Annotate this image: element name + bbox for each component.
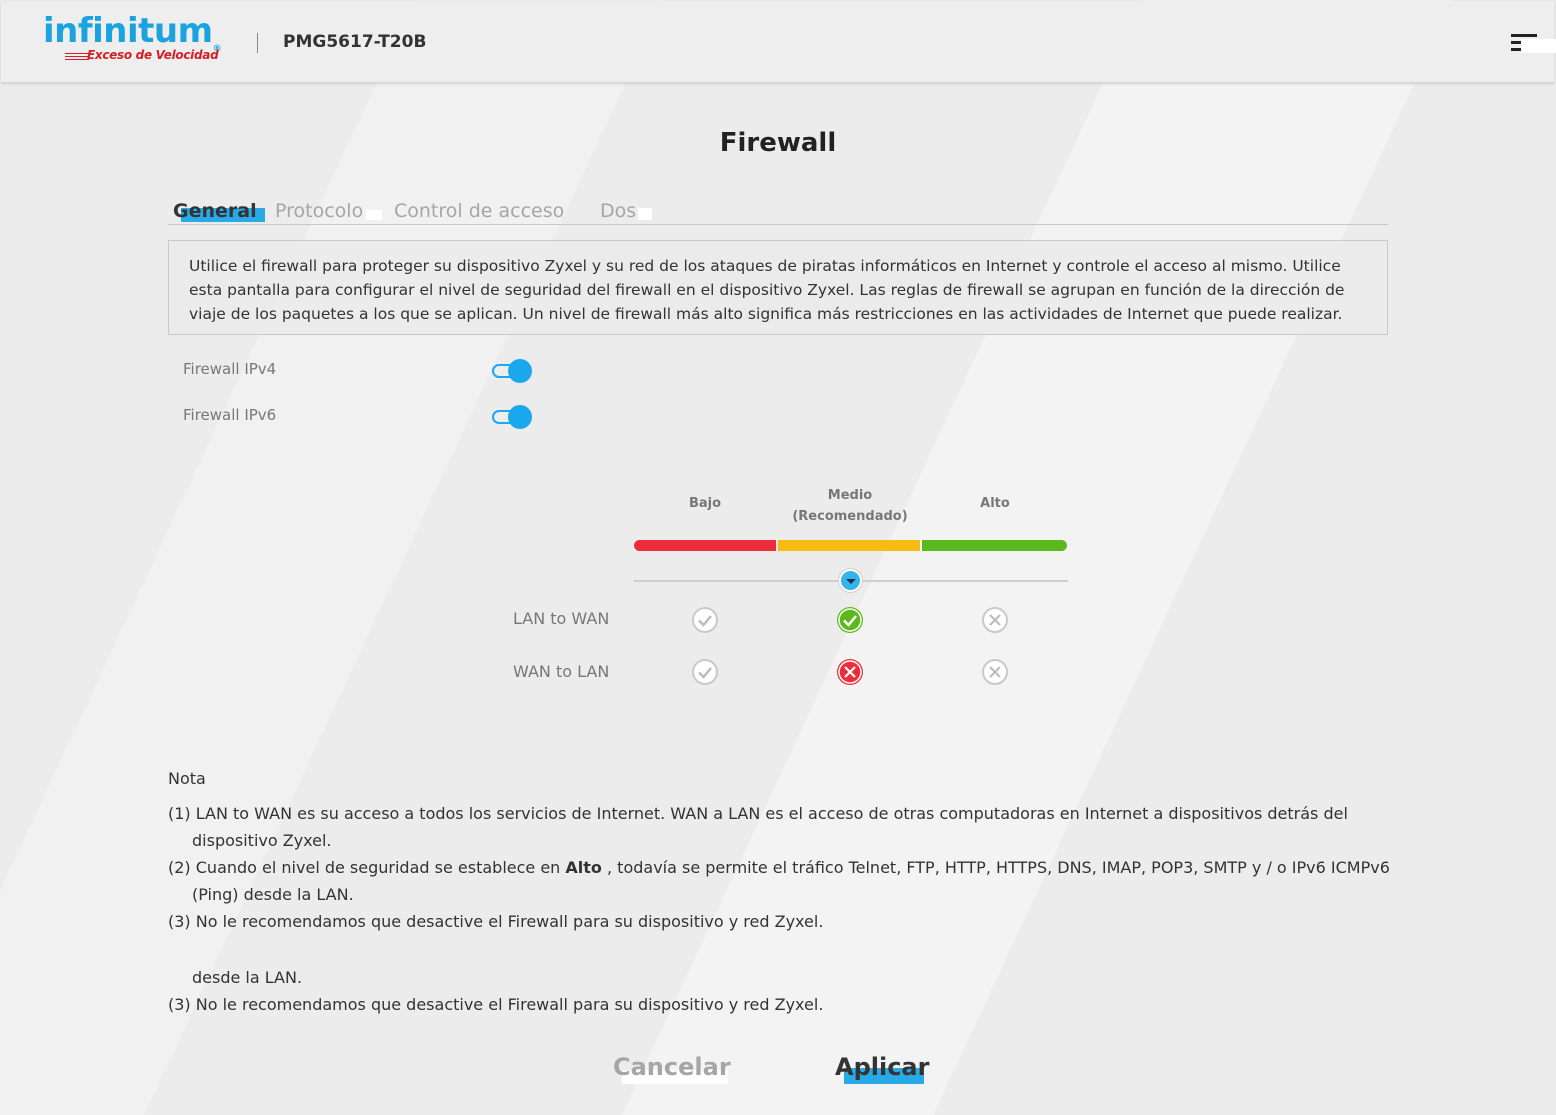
x-gray-icon bbox=[982, 659, 1008, 685]
header-divider bbox=[257, 33, 258, 53]
page-title: Firewall bbox=[719, 128, 837, 158]
tab-bar: General Protocolo Control de acceso Dos bbox=[168, 198, 1388, 225]
firewall-ipv6-label: Firewall IPv6 bbox=[183, 406, 277, 424]
infinitum-logo[interactable]: infinitum® Exceso de Velocidad bbox=[43, 13, 233, 65]
logo-speed-lines bbox=[65, 53, 89, 61]
device-model: PMG5617-T20B bbox=[283, 32, 427, 52]
wan-to-lan-label: WAN to LAN bbox=[513, 662, 610, 681]
tab-dos[interactable]: Dos bbox=[600, 200, 636, 222]
description-box: Utilice el firewall para proteger su dis… bbox=[168, 240, 1388, 335]
menu-highlight bbox=[1521, 39, 1556, 53]
tab-highlight-dos bbox=[638, 208, 652, 220]
note-2-tail-repeat: desde la LAN. bbox=[192, 968, 303, 987]
level-slider-handle[interactable] bbox=[839, 569, 862, 592]
tab-protocolo[interactable]: Protocolo bbox=[275, 200, 363, 222]
check-gray-icon bbox=[692, 659, 718, 685]
level-bar-low[interactable] bbox=[634, 540, 776, 551]
firewall-ipv4-toggle[interactable] bbox=[492, 359, 532, 383]
tab-highlight-protocolo bbox=[366, 210, 382, 220]
apply-button[interactable]: Aplicar bbox=[835, 1053, 929, 1081]
firewall-ipv4-label: Firewall IPv4 bbox=[183, 360, 277, 378]
logo-slogan: Exceso de Velocidad bbox=[87, 48, 219, 62]
lan-to-wan-label: LAN to WAN bbox=[513, 609, 610, 628]
firewall-ipv6-toggle[interactable] bbox=[492, 405, 532, 429]
level-low-label: Bajo bbox=[688, 496, 722, 511]
cancel-button[interactable]: Cancelar bbox=[613, 1053, 731, 1081]
check-gray-icon bbox=[692, 607, 718, 633]
x-red-icon bbox=[837, 659, 863, 685]
top-header: infinitum® Exceso de Velocidad PMG5617-T… bbox=[1, 1, 1556, 83]
x-gray-icon bbox=[982, 607, 1008, 633]
note-1: (1) LAN to WAN es su acceso a todos los … bbox=[168, 804, 1348, 850]
level-bar-high[interactable] bbox=[922, 540, 1067, 551]
check-green-icon bbox=[837, 607, 863, 633]
notes-title: Nota bbox=[168, 769, 206, 788]
note-2: (2) Cuando el nivel de seguridad se esta… bbox=[168, 858, 1390, 904]
level-high-label: Alto bbox=[980, 496, 1010, 511]
logo-text: infinitum bbox=[43, 11, 213, 51]
tab-general[interactable]: General bbox=[173, 200, 257, 222]
tab-control-de-acceso[interactable]: Control de acceso bbox=[394, 200, 564, 222]
note-3: (3) No le recomendamos que desactive el … bbox=[168, 912, 824, 931]
note-3-repeat: (3) No le recomendamos que desactive el … bbox=[168, 995, 824, 1014]
level-bar-medium[interactable] bbox=[778, 540, 920, 551]
level-medium-label: Medio (Recomendado) bbox=[792, 488, 908, 524]
